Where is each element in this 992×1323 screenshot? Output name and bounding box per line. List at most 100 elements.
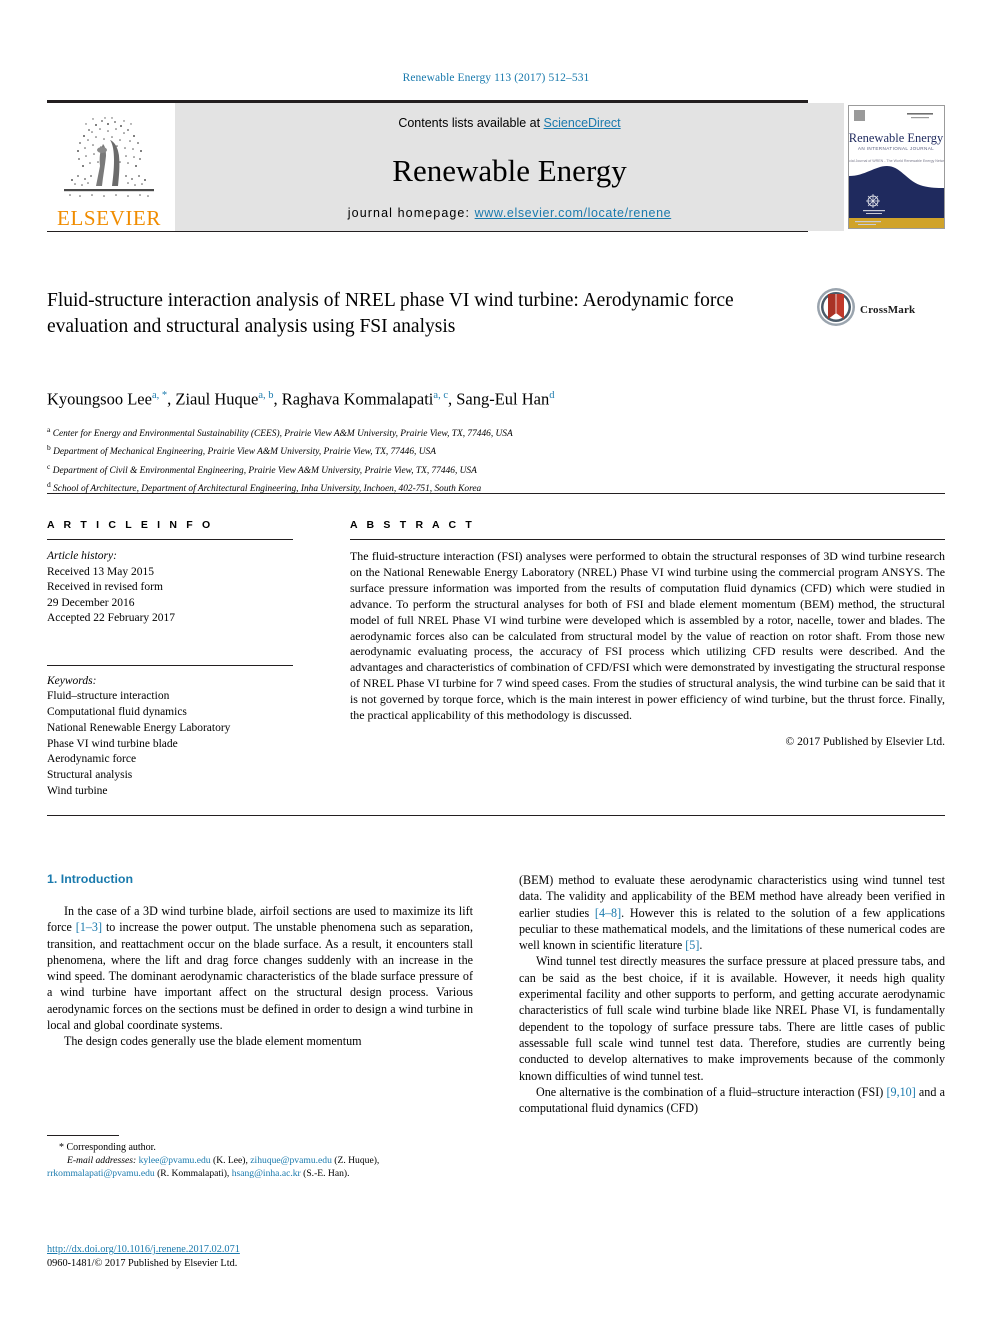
section-number: 1. — [47, 872, 58, 886]
footnote-rule — [47, 1135, 119, 1136]
elsevier-tree-icon — [58, 110, 160, 207]
abstract-column: A B S T R A C T The fluid-structure inte… — [350, 519, 945, 800]
email-owner: (S.-E. Han) — [303, 1168, 348, 1180]
elsevier-wordmark: ELSEVIER — [57, 206, 161, 230]
running-head: Renewable Energy 113 (2017) 512–531 — [402, 72, 590, 84]
author-name: Raghava Kommalapati — [281, 389, 434, 409]
page-title: Fluid-structure interaction analysis of … — [47, 290, 734, 337]
doi-link[interactable]: http://dx.doi.org/10.1016/j.renene.2017.… — [47, 1244, 240, 1255]
article-info-column: A R T I C L E I N F O Article history: R… — [47, 519, 293, 800]
citation-ref[interactable]: [4–8] — [595, 906, 621, 920]
citation-ref[interactable]: [9,10] — [887, 1085, 916, 1099]
paragraph: Wind tunnel test directly measures the s… — [519, 954, 945, 1083]
paragraph: The design codes generally use the blade… — [64, 1034, 362, 1049]
homepage-label: journal homepage: — [347, 206, 475, 220]
keyword-item: Computational fluid dynamics — [47, 706, 187, 719]
paper-page: Renewable Energy 113 (2017) 512–531 ELSE… — [0, 0, 992, 1323]
crossmark-badge[interactable]: CrossMark — [816, 287, 946, 332]
citation-ref[interactable]: [5] — [685, 938, 699, 952]
author-name: Sang-Eul Han — [456, 389, 550, 409]
keywords-rule — [47, 664, 293, 666]
keyword-item: Aerodynamic force — [47, 753, 137, 766]
article-history-line: Accepted 22 February 2017 — [47, 612, 176, 624]
divider-below-abstract — [47, 815, 945, 816]
keyword-item: National Renewable Energy Laboratory — [47, 721, 231, 734]
article-info-rule — [47, 539, 293, 540]
body-column-right: (BEM) method to evaluate these aerodynam… — [519, 872, 945, 1116]
journal-masthead: ELSEVIER Contents lists available at Sci… — [47, 100, 945, 232]
email-owner: (K. Lee) — [213, 1155, 246, 1167]
author-list: Kyoungsoo Leea, *, Ziaul Huquea, b, Ragh… — [47, 389, 555, 409]
affiliation-list: a Center for Energy and Environmental Su… — [47, 423, 847, 496]
section-heading-introduction: 1. Introduction — [47, 872, 473, 886]
footnote-text: * Corresponding author. E-mail addresses… — [47, 1141, 473, 1181]
article-info-heading: A R T I C L E I N F O — [47, 519, 214, 531]
masthead-bottom-rule — [47, 231, 808, 232]
abstract-heading: A B S T R A C T — [350, 519, 475, 531]
issn-copyright-line: 0960-1481/© 2017 Published by Elsevier L… — [47, 1258, 238, 1269]
affiliation-mark: d — [47, 479, 51, 489]
sciencedirect-link[interactable]: ScienceDirect — [544, 116, 621, 130]
article-history-label: Article history: — [47, 550, 117, 562]
svg-text:Renewable Energy: Renewable Energy — [849, 131, 944, 145]
corresponding-author-label: * Corresponding author. — [59, 1142, 156, 1153]
journal-title: Renewable Energy — [392, 152, 627, 188]
contents-lists-prefix: Contents lists available at — [398, 116, 544, 130]
email-link[interactable]: zihuque@pvamu.edu — [250, 1155, 332, 1166]
footnote-block: * Corresponding author. E-mail addresses… — [47, 1135, 473, 1181]
email-addresses-note: E-mail addresses: kylee@pvamu.edu (K. Le… — [47, 1155, 380, 1180]
keyword-item: Fluid–structure interaction — [47, 690, 170, 703]
article-history-line: Received in revised form — [47, 581, 163, 593]
keywords-label: Keywords: — [47, 674, 97, 687]
body-column-left: 1. Introduction In the case of a 3D wind… — [47, 872, 473, 1116]
svg-text:Official Journal of WREN - The: Official Journal of WREN - The World Ren… — [849, 159, 944, 163]
crossmark-icon — [816, 287, 856, 332]
author-marks: a, * — [151, 390, 168, 401]
body-columns: 1. Introduction In the case of a 3D wind… — [47, 872, 945, 1116]
affiliation-text: Department of Civil & Environmental Engi… — [52, 465, 477, 476]
affiliation-item: c Department of Civil & Environmental En… — [47, 460, 847, 478]
title-block: Fluid-structure interaction analysis of … — [47, 288, 807, 340]
abstract-copyright: © 2017 Published by Elsevier Ltd. — [785, 735, 945, 748]
email-owner: (R. Kommalapati) — [157, 1168, 227, 1180]
section-title-text: Introduction — [60, 872, 134, 886]
affiliation-text: Department of Mechanical Engineering, Pr… — [53, 447, 436, 458]
affiliation-item: a Center for Energy and Environmental Su… — [47, 423, 847, 441]
journal-homepage-link[interactable]: www.elsevier.com/locate/renene — [475, 206, 672, 220]
corresponding-author-note: * Corresponding author. — [47, 1141, 473, 1154]
author-name: Ziaul Huque — [175, 389, 259, 409]
journal-cover-thumbnail: Renewable Energy AN INTERNATIONAL JOURNA… — [848, 105, 945, 229]
email-label: E-mail addresses: — [67, 1155, 137, 1167]
affiliation-text: Center for Energy and Environmental Sust… — [52, 429, 513, 440]
crossmark-label: CrossMark — [860, 303, 916, 316]
affiliation-mark: c — [47, 461, 51, 471]
paragraph: (BEM) method to evaluate these aerodynam… — [519, 873, 945, 953]
author-marks: a, b — [258, 390, 274, 401]
info-abstract-region: A R T I C L E I N F O Article history: R… — [47, 519, 945, 800]
author-name: Kyoungsoo Lee — [47, 389, 152, 409]
affiliation-mark: b — [47, 443, 51, 453]
author-marks: a, c — [433, 390, 448, 401]
journal-homepage-line: journal homepage: www.elsevier.com/locat… — [348, 206, 671, 220]
citation-ref[interactable]: [1–3] — [76, 920, 102, 934]
article-history-line: 29 December 2016 — [47, 596, 135, 609]
contents-lists-line: Contents lists available at ScienceDirec… — [398, 116, 620, 130]
paragraph: In the case of a 3D wind turbine blade, … — [47, 904, 473, 1033]
keyword-item: Structural analysis — [47, 769, 133, 782]
elsevier-logo: ELSEVIER — [47, 103, 171, 231]
keywords-block: Keywords: Fluid–structure interaction Co… — [47, 664, 293, 800]
journal-banner: Contents lists available at ScienceDirec… — [175, 103, 844, 231]
article-history-line: Received 13 May 2015 — [47, 565, 154, 578]
email-owner: (Z. Huque) — [334, 1155, 377, 1167]
affiliation-item: b Department of Mechanical Engineering, … — [47, 441, 847, 459]
author-marks: d — [549, 390, 555, 401]
svg-text:AN INTERNATIONAL JOURNAL: AN INTERNATIONAL JOURNAL — [858, 146, 934, 151]
keyword-item: Phase VI wind turbine blade — [47, 737, 178, 750]
divider-above-abstract — [47, 493, 945, 494]
email-link[interactable]: hsang@inha.ac.kr — [232, 1168, 301, 1179]
imprint-block: http://dx.doi.org/10.1016/j.renene.2017.… — [47, 1243, 473, 1271]
affiliation-mark: a — [47, 425, 51, 434]
keyword-item: Wind turbine — [47, 785, 108, 798]
email-link[interactable]: rrkommalapati@pvamu.edu — [47, 1168, 155, 1179]
email-link[interactable]: kylee@pvamu.edu — [139, 1155, 211, 1166]
